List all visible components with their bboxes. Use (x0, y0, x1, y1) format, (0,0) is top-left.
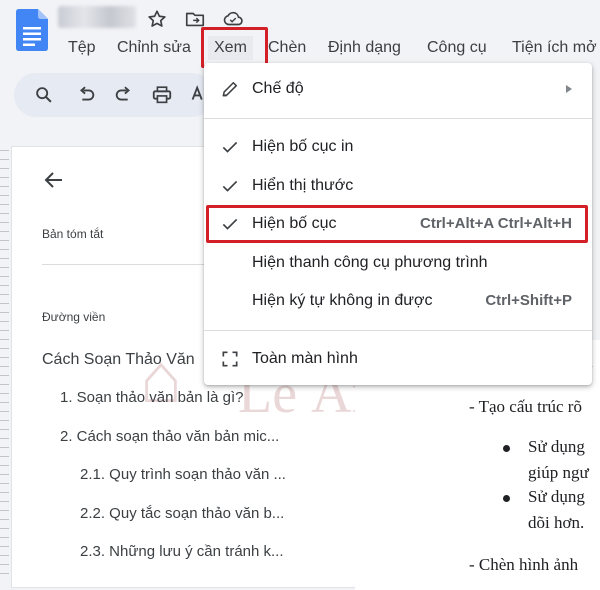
menu-item-label: Chế độ (252, 80, 304, 97)
menu-bar: Tệp Chỉnh sửa Xem Chèn Định dạng Công cụ… (0, 36, 600, 64)
fullscreen-icon (222, 351, 238, 367)
menu-tools[interactable]: Công cụ (421, 36, 493, 60)
menu-item-fullscreen[interactable]: Toàn màn hình (204, 341, 592, 377)
outline-item[interactable]: 2.1. Quy trình soạn thảo văn ... (80, 466, 286, 483)
checkmark-icon (222, 141, 238, 153)
menu-item-show-equation-toolbar[interactable]: Hiện thanh công cụ phương trình (204, 245, 592, 281)
menu-item-shortcut: Ctrl+Shift+P (485, 292, 572, 309)
menu-insert[interactable]: Chèn (262, 36, 312, 60)
star-icon[interactable] (146, 8, 168, 30)
pencil-icon (222, 82, 237, 97)
back-arrow-icon[interactable] (42, 168, 66, 192)
bullet-dot (503, 495, 510, 502)
summary-label: Bản tóm tắt (42, 227, 104, 241)
menu-item-show-ruler[interactable]: Hiển thị thước (204, 168, 592, 204)
submenu-arrow-icon (566, 85, 572, 93)
menu-format[interactable]: Định dạng (322, 36, 407, 60)
search-icon[interactable] (33, 84, 55, 106)
doc-text-line: - Tạo cấu trúc rõ (469, 397, 582, 416)
menu-item-label: Hiển thị thước (252, 177, 354, 194)
redo-icon[interactable] (113, 84, 135, 106)
menu-item-label: Hiện ký tự không in được (252, 292, 433, 309)
highlight-box-show-outline (206, 205, 588, 243)
document-title-redacted[interactable] (58, 6, 136, 28)
menu-separator (204, 330, 592, 331)
outline-item[interactable]: 2.3. Những lưu ý cần tránh k... (80, 543, 284, 560)
highlight-box-view-menu (201, 27, 268, 68)
menu-item-label: Hiện thanh công cụ phương trình (252, 254, 488, 271)
undo-icon[interactable] (75, 84, 97, 106)
menu-item-show-print-layout[interactable]: Hiện bố cục in (204, 129, 592, 165)
doc-text-line: - Chèn hình ảnh (469, 555, 579, 574)
outline-item[interactable]: 1. Soạn thảo văn bản là gì? (60, 389, 243, 406)
outline-item[interactable]: 2. Cách soạn thảo văn bản mic... (60, 428, 279, 445)
outline-label: Đường viền (42, 310, 106, 324)
print-icon[interactable] (151, 84, 173, 106)
menu-item-label: Hiện bố cục in (252, 138, 354, 155)
doc-text-line: dõi hơn. (528, 513, 585, 532)
menu-item-label: Toàn màn hình (252, 350, 358, 367)
outline-heading[interactable]: Cách Soạn Thảo Văn (42, 351, 195, 369)
doc-text-line: Sử dụng (528, 487, 585, 506)
menu-item-mode[interactable]: Chế độ (204, 71, 592, 107)
menu-separator (204, 118, 592, 119)
doc-text-line: giúp ngư (528, 463, 589, 482)
bullet-dot (503, 445, 510, 452)
menu-item-show-nonprinting-chars[interactable]: Hiện ký tự không in được Ctrl+Shift+P (204, 283, 592, 319)
menu-file[interactable]: Tệp (62, 36, 102, 60)
checkmark-icon (222, 180, 238, 192)
vertical-ruler (0, 150, 9, 581)
outline-item[interactable]: 2.2. Quy tắc soạn thảo văn b... (80, 505, 284, 522)
menu-edit[interactable]: Chỉnh sửa (111, 36, 197, 60)
menu-extensions[interactable]: Tiện ích mở (506, 36, 600, 60)
doc-text-line: Sử dụng (528, 437, 585, 456)
